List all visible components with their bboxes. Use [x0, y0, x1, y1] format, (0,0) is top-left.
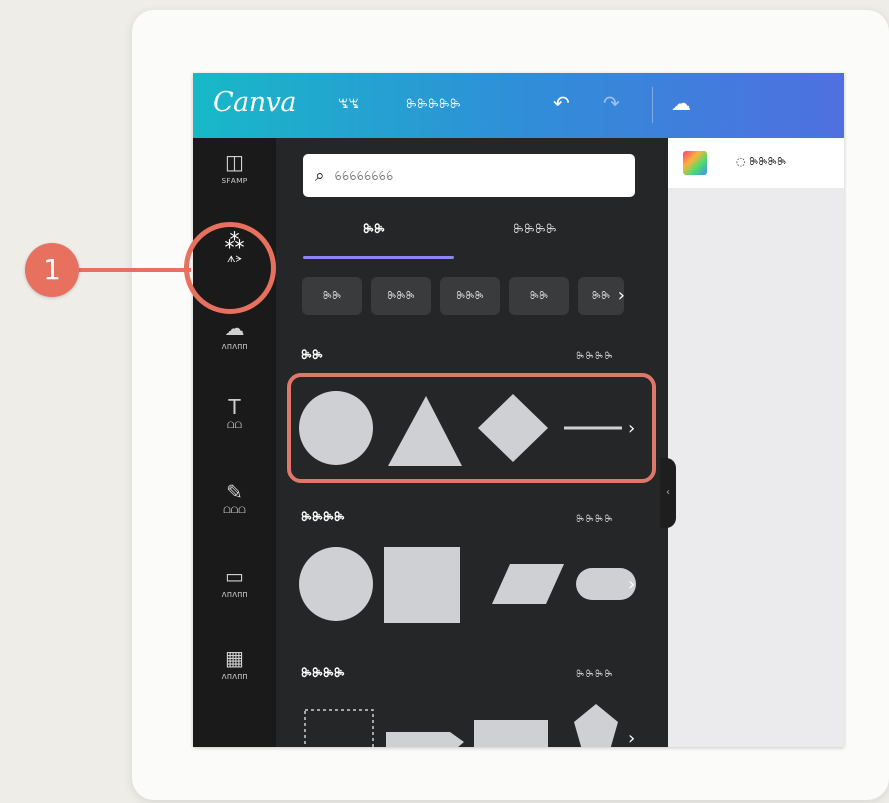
animate-button[interactable]: ◌ ꖞꖞꖞꖞ — [736, 155, 786, 169]
sidebar-item-label: ᗝᗝᗝ — [223, 506, 246, 516]
sidebar-item-design[interactable]: ◫ ꜱꜰᴀᴍᴘ — [193, 142, 276, 212]
animate-icon: ◌ — [736, 155, 750, 168]
highlight-ring-elements — [184, 222, 276, 314]
see-all-link[interactable]: ꖞꖞꖞꖞ — [576, 351, 614, 362]
undo-icon[interactable]: ↶ — [553, 91, 570, 115]
square-shape[interactable] — [384, 547, 460, 623]
search-box[interactable]: ⌕ — [303, 154, 635, 197]
chevron-right-icon[interactable]: › — [628, 574, 635, 595]
chevron-right-icon[interactable]: › — [618, 285, 625, 306]
search-icon: ⌕ — [315, 165, 325, 186]
text-icon: T — [228, 395, 241, 419]
chip-1[interactable]: ꖞꖞ — [302, 277, 362, 315]
chip-2[interactable]: ꖞꖞꖞ — [371, 277, 431, 315]
rectangle-shape[interactable] — [474, 720, 548, 747]
frames-row: › — [304, 704, 635, 747]
sidebar-item-label: ᴧᴨᴧᴨᴨ — [221, 672, 248, 682]
top-bar: Canva ꖚꖚ ꖞꖞꖞꖞꖞ ↶ ↷ ☁ — [193, 73, 844, 138]
sidebar-item-uploads[interactable]: ☁ ᴧᴨᴧᴨᴨ — [193, 308, 276, 378]
section-title-lines-shapes: ꖞꖞ — [301, 348, 323, 363]
draw-icon: ✎ — [226, 480, 243, 504]
active-tab-indicator — [303, 256, 454, 259]
section-title-frames: ꖞꖞꖞꖞ — [301, 666, 345, 681]
highlight-box-shapes — [287, 373, 656, 483]
folder-icon: ▭ — [225, 564, 244, 588]
sidebar-item-label: ᴧᴨᴧᴨᴨ — [221, 342, 248, 352]
pill-shape[interactable] — [576, 568, 636, 600]
graphics-row: › — [299, 547, 636, 623]
sidebar-item-label: ꜱꜰᴀᴍᴘ — [221, 176, 248, 186]
chip-3[interactable]: ꖞꖞꖞ — [440, 277, 500, 315]
sidebar-item-apps[interactable]: ▦ ᴧᴨᴧᴨᴨ — [193, 638, 276, 708]
toolbar-divider — [652, 87, 653, 123]
menu-file[interactable]: ꖚꖚ — [338, 97, 359, 112]
upload-icon: ☁ — [224, 316, 245, 340]
color-picker-swatch[interactable] — [683, 151, 707, 175]
redo-icon[interactable]: ↷ — [603, 91, 620, 115]
panel-collapse-handle[interactable]: ‹ — [660, 458, 676, 528]
template-icon: ◫ — [225, 150, 244, 174]
sidebar-item-label: ᴧᴨᴧᴨᴨ — [221, 590, 248, 600]
menu-resize[interactable]: ꖞꖞꖞꖞꖞ — [406, 97, 461, 112]
arrow-shape[interactable] — [386, 732, 464, 747]
circle-shape[interactable] — [299, 547, 373, 621]
sidebar-item-projects[interactable]: ▭ ᴧᴨᴧᴨᴨ — [193, 556, 276, 626]
sidebar-item-label: ᗝᗝ — [227, 421, 242, 431]
search-input[interactable] — [332, 167, 617, 184]
design-canvas[interactable] — [668, 138, 844, 747]
callout-number-badge: 1 — [25, 243, 79, 297]
sidebar-item-draw[interactable]: ✎ ᗝᗝᗝ — [193, 472, 276, 542]
app-logo: Canva — [213, 87, 297, 118]
parallelogram-shape[interactable] — [492, 564, 564, 604]
chevron-right-icon[interactable]: › — [628, 728, 635, 747]
pentagon-shape[interactable] — [574, 704, 618, 747]
canvas-toolbar: ◌ ꖞꖞꖞꖞ — [668, 138, 844, 188]
frame-shape[interactable] — [304, 709, 374, 747]
see-all-link[interactable]: ꖞꖞꖞꖞ — [576, 514, 614, 525]
cloud-icon[interactable]: ☁ — [671, 91, 691, 115]
sidebar-item-text[interactable]: T ᗝᗝ — [193, 387, 276, 457]
chip-4[interactable]: ꖞꖞ — [509, 277, 569, 315]
section-title-graphics: ꖞꖞꖞꖞ — [301, 510, 345, 525]
see-all-link[interactable]: ꖞꖞꖞꖞ — [576, 669, 614, 680]
filter-chips: ꖞꖞ ꖞꖞꖞ ꖞꖞꖞ ꖞꖞ ꖞꖞ › — [302, 277, 647, 317]
tab-brand[interactable]: ꖞꖞꖞꖞ — [513, 222, 557, 237]
tab-elements[interactable]: ꖞꖞ — [363, 222, 385, 237]
apps-icon: ▦ — [225, 646, 244, 670]
callout-connector-line — [79, 268, 191, 272]
panel-tabs: ꖞꖞ ꖞꖞꖞꖞ — [303, 222, 635, 259]
animate-label: ꖞꖞꖞꖞ — [749, 155, 787, 168]
